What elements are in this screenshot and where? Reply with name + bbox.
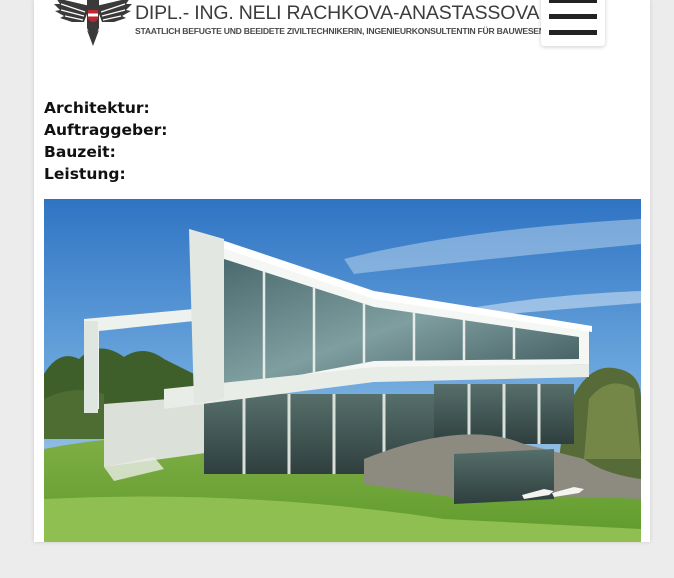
site-header: DIPL.- ING. NELI RACHKOVA-ANASTASSOVA ST… [34, 0, 650, 60]
page-container: DIPL.- ING. NELI RACHKOVA-ANASTASSOVA ST… [34, 0, 650, 542]
company-title: DIPL.- ING. NELI RACHKOVA-ANASTASSOVA [135, 2, 540, 24]
project-details: Architektur: Auftraggeber: Bauzeit: Leis… [44, 97, 167, 185]
hamburger-menu-icon [549, 0, 597, 3]
project-image [44, 199, 641, 542]
hamburger-menu-button[interactable] [541, 0, 605, 46]
auftraggeber-label: Auftraggeber: [44, 121, 168, 139]
menu-icon-bar [549, 14, 597, 19]
leistung-label: Leistung: [44, 165, 126, 183]
menu-icon-bar [549, 30, 597, 35]
company-subtitle: STAATLICH BEFUGTE UND BEEIDETE ZIVILTECH… [135, 26, 545, 36]
bauzeit-label: Bauzeit: [44, 143, 116, 161]
architektur-label: Architektur: [44, 99, 150, 117]
eagle-crest-icon[interactable] [52, 0, 134, 48]
